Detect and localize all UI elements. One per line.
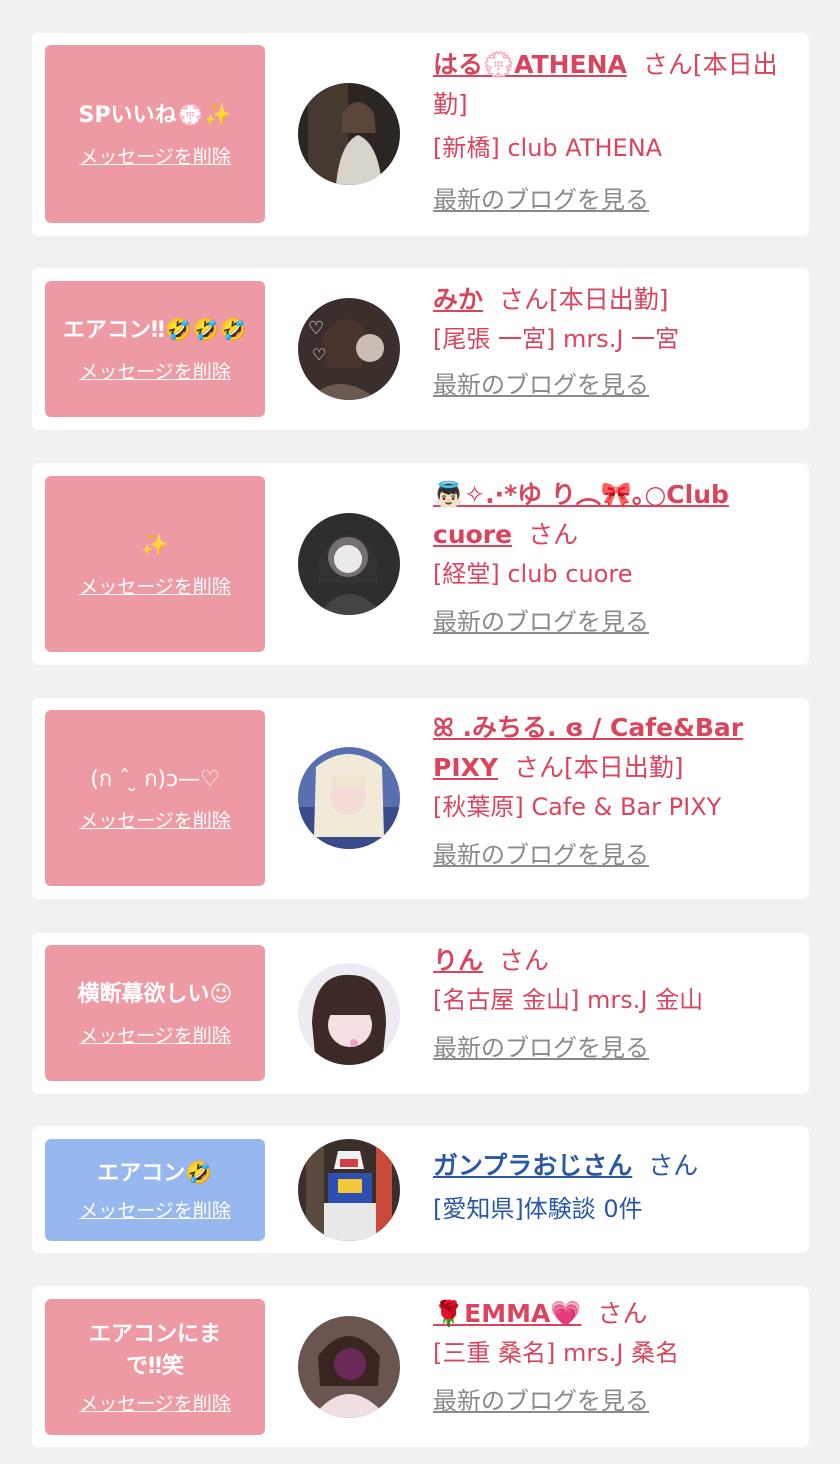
message-bubble: エアコン‼🤣🤣🤣 メッセージを削除 [45, 281, 265, 417]
avatar[interactable] [298, 963, 400, 1065]
latest-blog-link[interactable]: 最新のブログを見る [433, 838, 649, 872]
avatar[interactable] [298, 83, 400, 185]
shop-name: [愛知県]体験談 0件 [433, 1195, 643, 1223]
profile-name-link[interactable]: りん [433, 946, 483, 975]
name-line: 👼🏻✧.·*ゆ り︵🎀｡○Club cuore さん [433, 475, 793, 555]
shop-name: [尾張 一宮] mrs.J 一宮 [433, 325, 680, 353]
name-line: はる💮ATHENA さん[本日出勤] [433, 45, 793, 125]
avatar[interactable] [298, 513, 400, 615]
message-text: エアコンにまで‼笑 [88, 1321, 221, 1379]
message-bubble: エアコン🤣 メッセージを削除 [45, 1139, 265, 1241]
message-card: SPいいね💮✨ メッセージを削除 はる💮ATHENA さん[本日出勤] [新橋] … [32, 33, 809, 236]
name-suffix: さん [499, 946, 550, 975]
message-text: ✨ [141, 532, 169, 558]
profile-name-link[interactable]: ガンプラおじさん [433, 1151, 632, 1180]
message-text: エアコン‼🤣🤣🤣 [63, 317, 247, 343]
delete-message-link[interactable]: メッセージを削除 [79, 1021, 231, 1048]
profile-name-link[interactable]: 👼🏻✧.·*ゆ り︵🎀｡○Club cuore [433, 480, 729, 549]
avatar[interactable] [298, 1316, 400, 1418]
message-card: ✨ メッセージを削除 👼🏻✧.·*ゆ り︵🎀｡○Club cuore さん [経堂… [32, 463, 809, 665]
profile-info: はる💮ATHENA さん[本日出勤] [新橋] club ATHENA 最新のブロ… [433, 45, 793, 217]
latest-blog-link[interactable]: 最新のブログを見る [433, 605, 649, 639]
name-line: りん さん [433, 941, 793, 981]
name-suffix: さん [528, 520, 579, 549]
svg-text:♡: ♡ [312, 345, 326, 364]
delete-message-link[interactable]: メッセージを削除 [79, 1196, 231, 1223]
shop-name: [名古屋 金山] mrs.J 金山 [433, 986, 704, 1014]
name-suffix: さん [597, 1299, 648, 1328]
delete-message-link[interactable]: メッセージを削除 [79, 357, 231, 384]
latest-blog-link[interactable]: 最新のブログを見る [433, 183, 649, 217]
profile-info: 👼🏻✧.·*ゆ り︵🎀｡○Club cuore さん [経堂] club cuor… [433, 475, 793, 639]
name-line: 🌹EMMA💗 さん [433, 1294, 793, 1334]
message-bubble: SPいいね💮✨ メッセージを削除 [45, 45, 265, 223]
profile-info: りん さん [名古屋 金山] mrs.J 金山 最新のブログを見る [433, 941, 793, 1065]
delete-message-link[interactable]: メッセージを削除 [79, 1389, 231, 1416]
message-card: 横断幕欲しい😉 メッセージを削除 りん さん [名古屋 金山] mrs.J 金山 … [32, 933, 809, 1094]
delete-message-link[interactable]: メッセージを削除 [79, 806, 231, 833]
profile-name-link[interactable]: みか [433, 285, 483, 314]
name-line: ꕤ .みちる. ɞ / Cafe&Bar PIXY さん[本日出勤] [433, 708, 793, 788]
shop-name: [新橋] club ATHENA [433, 134, 663, 162]
latest-blog-link[interactable]: 最新のブログを見る [433, 368, 649, 402]
message-bubble: 横断幕欲しい😉 メッセージを削除 [45, 945, 265, 1081]
latest-blog-link[interactable]: 最新のブログを見る [433, 1384, 649, 1418]
delete-message-link[interactable]: メッセージを削除 [79, 572, 231, 599]
shop-name: [秋葉原] Cafe & Bar PIXY [433, 793, 722, 821]
profile-name-link[interactable]: 🌹EMMA💗 [433, 1299, 581, 1328]
name-line: ガンプラおじさん さん [433, 1146, 793, 1186]
message-text: (ก ˆ ̮ ก)ɔ—♡ [90, 766, 220, 792]
message-card: エアコン🤣 メッセージを削除 ガンプラおじさん さん [愛知県]体験談 0件 [32, 1126, 809, 1253]
delete-message-link[interactable]: メッセージを削除 [79, 142, 231, 169]
avatar[interactable] [298, 747, 400, 849]
name-suffix: さん [648, 1151, 699, 1180]
message-text: SPいいね💮✨ [78, 102, 232, 128]
svg-text:♡: ♡ [308, 318, 324, 339]
shop-name: [経堂] club cuore [433, 560, 633, 588]
avatar[interactable] [298, 1139, 400, 1241]
profile-info: みか さん[本日出勤] [尾張 一宮] mrs.J 一宮 最新のブログを見る [433, 280, 793, 402]
name-suffix: さん[本日出勤] [499, 285, 669, 314]
message-bubble: エアコンにまで‼笑 メッセージを削除 [45, 1299, 265, 1435]
profile-name-link[interactable]: はる💮ATHENA [433, 50, 627, 79]
message-text: エアコン🤣 [97, 1160, 213, 1186]
message-bubble: ✨ メッセージを削除 [45, 476, 265, 652]
profile-info: ガンプラおじさん さん [愛知県]体験談 0件 [433, 1146, 793, 1226]
profile-info: ꕤ .みちる. ɞ / Cafe&Bar PIXY さん[本日出勤] [秋葉原] … [433, 708, 793, 872]
name-line: みか さん[本日出勤] [433, 280, 793, 320]
avatar[interactable]: ♡ ♡ [298, 298, 400, 400]
message-bubble: (ก ˆ ̮ ก)ɔ—♡ メッセージを削除 [45, 710, 265, 886]
shop-name: [三重 桑名] mrs.J 桑名 [433, 1339, 680, 1367]
message-card: エアコン‼🤣🤣🤣 メッセージを削除 ♡ ♡ みか さん[本日出勤] [尾張 一宮] … [32, 268, 809, 430]
profile-info: 🌹EMMA💗 さん [三重 桑名] mrs.J 桑名 最新のブログを見る [433, 1294, 793, 1418]
message-text: 横断幕欲しい😉 [77, 981, 233, 1007]
name-suffix: さん[本日出勤] [514, 753, 684, 782]
message-card: (ก ˆ ̮ ก)ɔ—♡ メッセージを削除 ꕤ .みちる. ɞ / Cafe&B… [32, 698, 809, 899]
latest-blog-link[interactable]: 最新のブログを見る [433, 1031, 649, 1065]
message-card: エアコンにまで‼笑 メッセージを削除 🌹EMMA💗 さん [三重 桑名] mrs.… [32, 1286, 809, 1447]
